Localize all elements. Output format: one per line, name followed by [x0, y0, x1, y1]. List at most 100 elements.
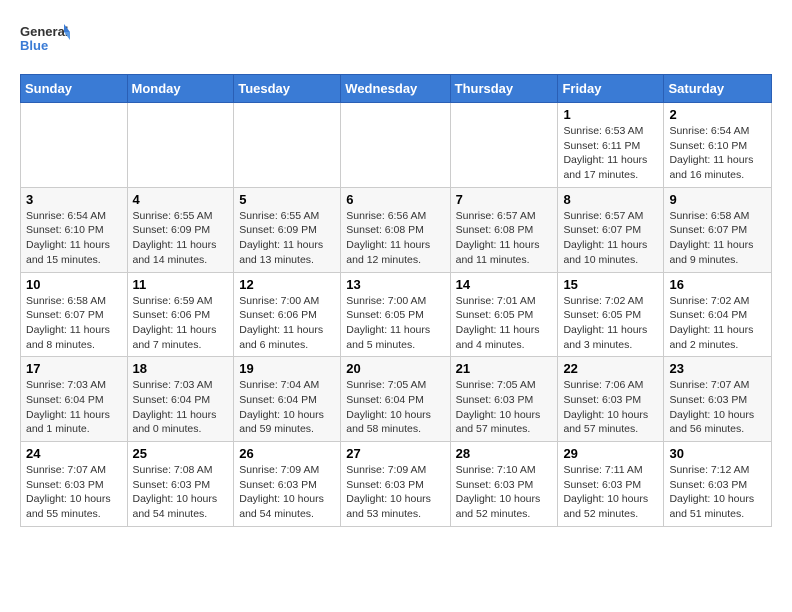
calendar-cell: 25 Sunrise: 7:08 AM Sunset: 6:03 PM Dayli…: [127, 442, 234, 527]
day-info: Sunrise: 7:11 AM Sunset: 6:03 PM Dayligh…: [563, 463, 658, 522]
day-info: Sunrise: 7:09 AM Sunset: 6:03 PM Dayligh…: [346, 463, 444, 522]
weekday-header: Saturday: [664, 75, 772, 103]
day-number: 24: [26, 446, 122, 461]
day-number: 25: [133, 446, 229, 461]
day-number: 29: [563, 446, 658, 461]
weekday-header: Tuesday: [234, 75, 341, 103]
day-number: 15: [563, 277, 658, 292]
calendar-week-row: 3Sunrise: 6:54 AM Sunset: 6:10 PM Daylig…: [21, 187, 772, 272]
calendar-cell: 27 Sunrise: 7:09 AM Sunset: 6:03 PM Dayli…: [341, 442, 450, 527]
day-info: Sunrise: 7:00 AM Sunset: 6:05 PM Dayligh…: [346, 294, 444, 353]
calendar-week-row: 24 Sunrise: 7:07 AM Sunset: 6:03 PM Dayli…: [21, 442, 772, 527]
calendar-cell: 19 Sunrise: 7:04 AM Sunset: 6:04 PM Dayli…: [234, 357, 341, 442]
day-number: 23: [669, 361, 766, 376]
day-info: Sunrise: 7:10 AM Sunset: 6:03 PM Dayligh…: [456, 463, 553, 522]
calendar-cell: [341, 103, 450, 188]
day-info: Sunrise: 6:55 AM Sunset: 6:09 PM Dayligh…: [239, 209, 335, 268]
calendar-cell: 3Sunrise: 6:54 AM Sunset: 6:10 PM Daylig…: [21, 187, 128, 272]
calendar-cell: 17 Sunrise: 7:03 AM Sunset: 6:04 PM Dayli…: [21, 357, 128, 442]
calendar-cell: 28 Sunrise: 7:10 AM Sunset: 6:03 PM Dayli…: [450, 442, 558, 527]
day-info: Sunrise: 6:57 AM Sunset: 6:07 PM Dayligh…: [563, 209, 658, 268]
day-number: 18: [133, 361, 229, 376]
calendar-cell: 20Sunrise: 7:05 AM Sunset: 6:04 PM Dayli…: [341, 357, 450, 442]
day-info: Sunrise: 6:55 AM Sunset: 6:09 PM Dayligh…: [133, 209, 229, 268]
day-info: Sunrise: 6:56 AM Sunset: 6:08 PM Dayligh…: [346, 209, 444, 268]
day-info: Sunrise: 7:05 AM Sunset: 6:03 PM Dayligh…: [456, 378, 553, 437]
day-number: 21: [456, 361, 553, 376]
day-number: 11: [133, 277, 229, 292]
page-header: General Blue: [20, 20, 772, 64]
calendar-cell: [127, 103, 234, 188]
day-number: 28: [456, 446, 553, 461]
weekday-header: Sunday: [21, 75, 128, 103]
calendar-cell: 26Sunrise: 7:09 AM Sunset: 6:03 PM Dayli…: [234, 442, 341, 527]
day-number: 30: [669, 446, 766, 461]
day-number: 14: [456, 277, 553, 292]
calendar-week-row: 1 Sunrise: 6:53 AM Sunset: 6:11 PM Daylig…: [21, 103, 772, 188]
day-info: Sunrise: 7:06 AM Sunset: 6:03 PM Dayligh…: [563, 378, 658, 437]
day-info: Sunrise: 7:12 AM Sunset: 6:03 PM Dayligh…: [669, 463, 766, 522]
day-number: 8: [563, 192, 658, 207]
calendar-cell: 16Sunrise: 7:02 AM Sunset: 6:04 PM Dayli…: [664, 272, 772, 357]
day-number: 4: [133, 192, 229, 207]
calendar-cell: 14 Sunrise: 7:01 AM Sunset: 6:05 PM Dayli…: [450, 272, 558, 357]
calendar-cell: [234, 103, 341, 188]
calendar-cell: 22 Sunrise: 7:06 AM Sunset: 6:03 PM Dayli…: [558, 357, 664, 442]
day-number: 2: [669, 107, 766, 122]
calendar-cell: 21 Sunrise: 7:05 AM Sunset: 6:03 PM Dayli…: [450, 357, 558, 442]
day-info: Sunrise: 7:05 AM Sunset: 6:04 PM Dayligh…: [346, 378, 444, 437]
calendar-cell: 5Sunrise: 6:55 AM Sunset: 6:09 PM Daylig…: [234, 187, 341, 272]
calendar-week-row: 17 Sunrise: 7:03 AM Sunset: 6:04 PM Dayli…: [21, 357, 772, 442]
svg-text:General: General: [20, 24, 68, 39]
day-number: 1: [563, 107, 658, 122]
day-number: 12: [239, 277, 335, 292]
logo-icon: General Blue: [20, 20, 70, 64]
calendar-cell: 15 Sunrise: 7:02 AM Sunset: 6:05 PM Dayli…: [558, 272, 664, 357]
day-number: 6: [346, 192, 444, 207]
calendar-cell: 12 Sunrise: 7:00 AM Sunset: 6:06 PM Dayli…: [234, 272, 341, 357]
calendar-cell: [21, 103, 128, 188]
day-number: 13: [346, 277, 444, 292]
day-number: 10: [26, 277, 122, 292]
day-number: 9: [669, 192, 766, 207]
day-number: 27: [346, 446, 444, 461]
day-info: Sunrise: 7:09 AM Sunset: 6:03 PM Dayligh…: [239, 463, 335, 522]
svg-text:Blue: Blue: [20, 38, 48, 53]
day-info: Sunrise: 7:08 AM Sunset: 6:03 PM Dayligh…: [133, 463, 229, 522]
day-info: Sunrise: 6:53 AM Sunset: 6:11 PM Dayligh…: [563, 124, 658, 183]
calendar-cell: 9 Sunrise: 6:58 AM Sunset: 6:07 PM Daylig…: [664, 187, 772, 272]
day-number: 16: [669, 277, 766, 292]
calendar-cell: 6 Sunrise: 6:56 AM Sunset: 6:08 PM Daylig…: [341, 187, 450, 272]
calendar-cell: 8 Sunrise: 6:57 AM Sunset: 6:07 PM Daylig…: [558, 187, 664, 272]
weekday-header: Monday: [127, 75, 234, 103]
day-info: Sunrise: 6:54 AM Sunset: 6:10 PM Dayligh…: [669, 124, 766, 183]
calendar-cell: 7Sunrise: 6:57 AM Sunset: 6:08 PM Daylig…: [450, 187, 558, 272]
day-info: Sunrise: 6:59 AM Sunset: 6:06 PM Dayligh…: [133, 294, 229, 353]
calendar-cell: 18Sunrise: 7:03 AM Sunset: 6:04 PM Dayli…: [127, 357, 234, 442]
calendar-cell: 1 Sunrise: 6:53 AM Sunset: 6:11 PM Daylig…: [558, 103, 664, 188]
calendar-header-row: SundayMondayTuesdayWednesdayThursdayFrid…: [21, 75, 772, 103]
weekday-header: Thursday: [450, 75, 558, 103]
day-info: Sunrise: 7:02 AM Sunset: 6:05 PM Dayligh…: [563, 294, 658, 353]
day-info: Sunrise: 7:01 AM Sunset: 6:05 PM Dayligh…: [456, 294, 553, 353]
day-info: Sunrise: 7:07 AM Sunset: 6:03 PM Dayligh…: [26, 463, 122, 522]
calendar-cell: [450, 103, 558, 188]
weekday-header: Wednesday: [341, 75, 450, 103]
calendar-week-row: 10 Sunrise: 6:58 AM Sunset: 6:07 PM Dayli…: [21, 272, 772, 357]
calendar-cell: 29 Sunrise: 7:11 AM Sunset: 6:03 PM Dayli…: [558, 442, 664, 527]
weekday-header: Friday: [558, 75, 664, 103]
day-number: 17: [26, 361, 122, 376]
day-info: Sunrise: 6:58 AM Sunset: 6:07 PM Dayligh…: [669, 209, 766, 268]
day-info: Sunrise: 7:04 AM Sunset: 6:04 PM Dayligh…: [239, 378, 335, 437]
logo: General Blue: [20, 20, 70, 64]
day-info: Sunrise: 7:00 AM Sunset: 6:06 PM Dayligh…: [239, 294, 335, 353]
day-number: 22: [563, 361, 658, 376]
calendar-cell: 2 Sunrise: 6:54 AM Sunset: 6:10 PM Daylig…: [664, 103, 772, 188]
day-info: Sunrise: 6:58 AM Sunset: 6:07 PM Dayligh…: [26, 294, 122, 353]
day-number: 19: [239, 361, 335, 376]
day-info: Sunrise: 7:07 AM Sunset: 6:03 PM Dayligh…: [669, 378, 766, 437]
day-number: 3: [26, 192, 122, 207]
day-number: 7: [456, 192, 553, 207]
day-info: Sunrise: 7:03 AM Sunset: 6:04 PM Dayligh…: [26, 378, 122, 437]
calendar-cell: 24 Sunrise: 7:07 AM Sunset: 6:03 PM Dayli…: [21, 442, 128, 527]
